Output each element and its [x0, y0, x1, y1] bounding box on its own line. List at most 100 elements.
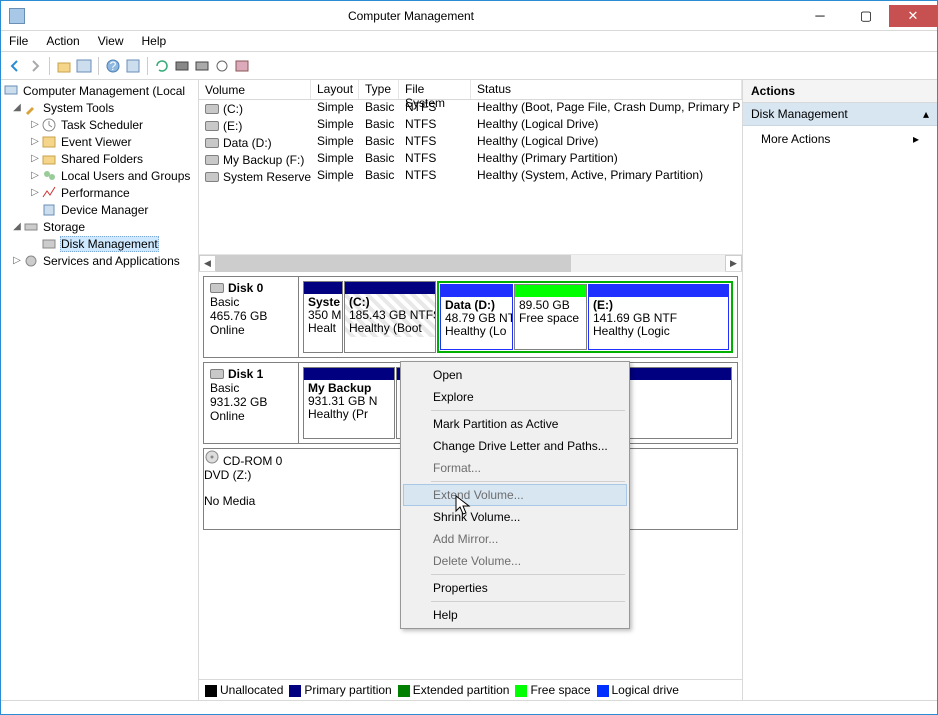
ctx-delete-volume[interactable]: Delete Volume...	[403, 550, 627, 572]
cdrom-header[interactable]: CD-ROM 0 DVD (Z:) No Media	[204, 449, 282, 529]
tree-storage[interactable]: ◢Storage	[1, 218, 198, 235]
close-button[interactable]: ✕	[889, 5, 937, 27]
chevron-right-icon: ▸	[913, 132, 919, 146]
collapse-icon[interactable]: ◢	[11, 102, 23, 113]
volume-icon	[205, 121, 219, 131]
col-type[interactable]: Type	[359, 80, 399, 99]
expand-icon[interactable]: ▷	[11, 255, 23, 266]
app-icon	[9, 8, 25, 24]
collapse-icon[interactable]: ▴	[923, 107, 929, 121]
refresh-icon[interactable]	[154, 58, 170, 74]
collapse-icon[interactable]: ◢	[11, 221, 23, 232]
dm-icon-1[interactable]	[174, 58, 190, 74]
free-space[interactable]: 89.50 GBFree space	[514, 284, 587, 350]
actions-more[interactable]: More Actions▸	[743, 126, 937, 152]
actions-pane: Actions Disk Management▴ More Actions▸	[743, 80, 937, 700]
dm-icon-4[interactable]	[234, 58, 250, 74]
volume-icon	[205, 172, 219, 182]
title-bar: Computer Management ─ ▢ ✕	[1, 1, 937, 31]
menu-file[interactable]: File	[9, 34, 28, 48]
actions-disk-management[interactable]: Disk Management▴	[743, 103, 937, 126]
dm-icon-3[interactable]	[214, 58, 230, 74]
tree-event-viewer[interactable]: ▷Event Viewer	[1, 133, 198, 150]
ctx-mark-active[interactable]: Mark Partition as Active	[403, 413, 627, 435]
clock-icon	[41, 117, 57, 133]
partition-f[interactable]: My Backup931.31 GB NHealthy (Pr	[303, 367, 395, 439]
tree-device-manager[interactable]: Device Manager	[1, 201, 198, 218]
expand-icon[interactable]: ▷	[29, 136, 41, 147]
horizontal-scrollbar[interactable]: ◀ ▶	[199, 254, 742, 271]
volume-icon	[205, 138, 219, 148]
actions-header: Actions	[743, 80, 937, 103]
status-bar	[1, 700, 937, 714]
ctx-help[interactable]: Help	[403, 604, 627, 626]
tree-performance[interactable]: ▷Performance	[1, 184, 198, 201]
perf-icon	[41, 185, 57, 201]
tree-task-scheduler[interactable]: ▷Task Scheduler	[1, 116, 198, 133]
col-volume[interactable]: Volume	[199, 80, 311, 99]
scroll-thumb[interactable]	[216, 255, 571, 272]
legend: Unallocated Primary partition Extended p…	[199, 679, 742, 700]
volume-list[interactable]: (C:)SimpleBasicNTFSHealthy (Boot, Page F…	[199, 100, 742, 254]
col-fs[interactable]: File System	[399, 80, 471, 99]
volume-header: Volume Layout Type File System Status	[199, 80, 742, 100]
scroll-right-button[interactable]: ▶	[725, 255, 742, 272]
svg-text:?: ?	[110, 59, 117, 73]
show-hide-icon[interactable]	[76, 58, 92, 74]
services-icon	[23, 253, 39, 269]
users-icon	[41, 168, 57, 184]
partition-system-reserved[interactable]: Syste350 MHealt	[303, 281, 343, 353]
ctx-add-mirror[interactable]: Add Mirror...	[403, 528, 627, 550]
expand-icon[interactable]: ▷	[29, 119, 41, 130]
scroll-track[interactable]	[216, 255, 725, 272]
console-tree[interactable]: Computer Management (Local ◢ System Tool…	[1, 80, 199, 700]
event-icon	[41, 134, 57, 150]
expand-icon[interactable]: ▷	[29, 187, 41, 198]
cdrom-icon	[204, 449, 220, 465]
tree-local-users[interactable]: ▷Local Users and Groups	[1, 167, 198, 184]
partition-c[interactable]: (C:)185.43 GB NTFSHealthy (Boot	[344, 281, 436, 353]
volume-row[interactable]: My Backup (F:)SimpleBasicNTFSHealthy (Pr…	[199, 151, 742, 168]
forward-icon[interactable]	[27, 58, 43, 74]
ctx-properties[interactable]: Properties	[403, 577, 627, 599]
tree-disk-management[interactable]: Disk Management	[1, 235, 198, 252]
minimize-button[interactable]: ─	[797, 5, 843, 27]
dm-icon-2[interactable]	[194, 58, 210, 74]
ctx-explore[interactable]: Explore	[403, 386, 627, 408]
col-status[interactable]: Status	[471, 80, 742, 99]
volume-icon	[205, 155, 219, 165]
volume-row[interactable]: (E:)SimpleBasicNTFSHealthy (Logical Driv…	[199, 117, 742, 134]
volume-row[interactable]: Data (D:)SimpleBasicNTFSHealthy (Logical…	[199, 134, 742, 151]
menu-view[interactable]: View	[98, 34, 124, 48]
tree-root[interactable]: Computer Management (Local	[1, 82, 198, 99]
volume-row[interactable]: (C:)SimpleBasicNTFSHealthy (Boot, Page F…	[199, 100, 742, 117]
expand-icon[interactable]: ▷	[29, 170, 41, 181]
maximize-button[interactable]: ▢	[843, 5, 889, 27]
disk-row-0[interactable]: Disk 0 Basic 465.76 GB Online Syste350 M…	[203, 276, 738, 358]
disk-icon	[210, 283, 224, 293]
disk1-header[interactable]: Disk 1 Basic 931.32 GB Online	[204, 363, 299, 443]
tree-system-tools[interactable]: ◢ System Tools	[1, 99, 198, 116]
ctx-change-letter[interactable]: Change Drive Letter and Paths...	[403, 435, 627, 457]
volume-row[interactable]: System ReservedSimpleBasicNTFSHealthy (S…	[199, 168, 742, 185]
menu-help[interactable]: Help	[142, 34, 167, 48]
up-icon[interactable]	[56, 58, 72, 74]
ctx-open[interactable]: Open	[403, 364, 627, 386]
expand-icon[interactable]: ▷	[29, 153, 41, 164]
ctx-shrink-volume[interactable]: Shrink Volume...	[403, 506, 627, 528]
help-icon[interactable]: ?	[105, 58, 121, 74]
col-layout[interactable]: Layout	[311, 80, 359, 99]
partition-d[interactable]: Data (D:)48.79 GB NTHealthy (Lo	[440, 284, 513, 350]
ctx-format[interactable]: Format...	[403, 457, 627, 479]
tree-shared-folders[interactable]: ▷Shared Folders	[1, 150, 198, 167]
back-icon[interactable]	[7, 58, 23, 74]
partition-e[interactable]: (E:)141.69 GB NTFHealthy (Logic	[588, 284, 729, 350]
views-icon[interactable]	[125, 58, 141, 74]
disk0-header[interactable]: Disk 0 Basic 465.76 GB Online	[204, 277, 299, 357]
menu-bar: File Action View Help	[1, 31, 937, 52]
ctx-extend-volume[interactable]: Extend Volume...	[403, 484, 627, 506]
menu-action[interactable]: Action	[46, 34, 79, 48]
scroll-left-button[interactable]: ◀	[199, 255, 216, 272]
extended-partition: Data (D:)48.79 GB NTHealthy (Lo 89.50 GB…	[437, 281, 733, 353]
tree-services[interactable]: ▷Services and Applications	[1, 252, 198, 269]
